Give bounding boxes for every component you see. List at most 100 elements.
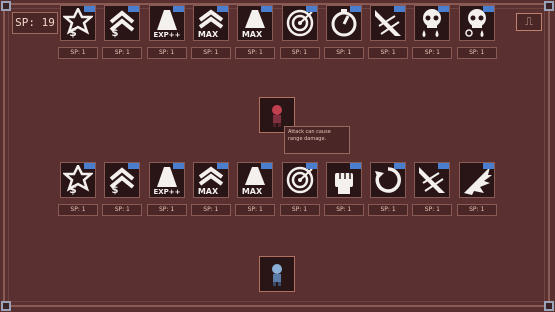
skill-slot[interactable]: SP: 1 bbox=[412, 5, 453, 59]
skill-slot[interactable]: SP: 1 bbox=[279, 162, 320, 216]
svg-text:$: $ bbox=[112, 28, 119, 38]
skill-icon-button[interactable] bbox=[370, 162, 407, 198]
skill-cost-label: SP: 1 bbox=[58, 204, 98, 216]
skill-icon-button[interactable]: EXP++ bbox=[148, 162, 185, 198]
skill-icon-button[interactable] bbox=[281, 162, 318, 198]
skill-icon-button[interactable]: MAX bbox=[237, 162, 274, 198]
svg-text:$: $ bbox=[112, 185, 119, 195]
skill-level-badge bbox=[216, 6, 228, 12]
skill-icon-button[interactable]: $ bbox=[104, 162, 141, 198]
skill-level-badge bbox=[84, 6, 95, 12]
skill-level-badge bbox=[84, 163, 95, 169]
skill-level-badge bbox=[349, 6, 361, 12]
svg-text:MAX: MAX bbox=[198, 30, 219, 38]
character-portrait-bottom[interactable] bbox=[259, 256, 295, 292]
skill-icon-button[interactable] bbox=[370, 5, 407, 41]
skill-points-counter: SP: 19 bbox=[12, 12, 58, 34]
exit-button[interactable]: ⎍ bbox=[516, 13, 542, 31]
skill-slot[interactable]: SP: 1 bbox=[279, 5, 320, 59]
skill-slot[interactable]: MAX SP: 1 bbox=[235, 5, 276, 59]
skill-level-badge bbox=[482, 6, 494, 12]
skill-cost-label: SP: 1 bbox=[102, 204, 143, 216]
skill-icon-button[interactable] bbox=[325, 162, 362, 198]
skill-icon-button[interactable]: $ bbox=[104, 5, 141, 41]
burst-arrow-icon bbox=[419, 167, 446, 193]
chevrons-max-icon: MAX bbox=[198, 166, 224, 195]
skill-level-badge bbox=[394, 163, 406, 169]
skill-level-badge bbox=[261, 163, 273, 169]
skill-level-badge bbox=[394, 6, 406, 12]
skill-level-badge bbox=[216, 163, 228, 169]
skill-slot[interactable]: MAX SP: 1 bbox=[235, 162, 276, 216]
skill-icon-button[interactable]: $ bbox=[60, 5, 96, 41]
svg-text:$: $ bbox=[69, 183, 77, 195]
skill-slot[interactable]: SP: 1 bbox=[368, 162, 409, 216]
skill-icon-button[interactable] bbox=[325, 5, 362, 41]
skill-icon-button[interactable] bbox=[458, 162, 495, 198]
skill-level-badge bbox=[305, 163, 317, 169]
skill-cost-label: SP: 1 bbox=[368, 47, 409, 59]
chevrons-max-icon: MAX bbox=[198, 9, 224, 38]
skill-level-badge bbox=[438, 6, 450, 12]
skill-cost-label: SP: 1 bbox=[368, 204, 409, 216]
skill-slot[interactable]: $ SP: 1 bbox=[58, 162, 98, 216]
skill-cost-label: SP: 1 bbox=[456, 47, 497, 59]
skill-slot[interactable]: $ SP: 1 bbox=[58, 5, 98, 59]
skill-cost-label: SP: 1 bbox=[190, 204, 231, 216]
hexagram-dollar-icon: $ bbox=[63, 165, 93, 195]
beam-max-icon: MAX bbox=[242, 167, 266, 195]
skill-icon-button[interactable]: MAX bbox=[237, 5, 274, 41]
skill-cost-label: SP: 1 bbox=[190, 47, 231, 59]
skill-icon-button[interactable] bbox=[458, 5, 495, 41]
skill-slot[interactable]: SP: 1 bbox=[323, 162, 364, 216]
skill-level-badge bbox=[261, 6, 273, 12]
chevrons-dollar-icon: $ bbox=[110, 10, 135, 38]
skill-cost-label: SP: 1 bbox=[146, 47, 187, 59]
skill-slot[interactable]: SP: 1 bbox=[368, 5, 409, 59]
skill-cost-label: SP: 1 bbox=[102, 47, 143, 59]
skill-cost-label: SP: 1 bbox=[235, 204, 276, 216]
svg-text:$: $ bbox=[69, 26, 77, 38]
skill-icon-button[interactable] bbox=[414, 5, 451, 41]
skill-level-badge bbox=[172, 6, 184, 12]
skull-drop-icon bbox=[422, 9, 442, 37]
skull-drop-cycle-icon bbox=[464, 9, 486, 37]
skill-icon-button[interactable]: MAX bbox=[192, 5, 229, 41]
skill-icon-button[interactable] bbox=[414, 162, 451, 198]
burst-arrow-icon bbox=[375, 10, 402, 36]
skill-slot[interactable]: EXP++ SP: 1 bbox=[146, 5, 187, 59]
skill-cost-label: SP: 1 bbox=[323, 204, 364, 216]
skill-cost-label: SP: 1 bbox=[279, 47, 320, 59]
beam-exp-icon: EXP++ bbox=[153, 167, 180, 195]
skill-slot[interactable]: SP: 1 bbox=[412, 162, 453, 216]
stopwatch-icon bbox=[331, 9, 357, 37]
skill-level-badge bbox=[128, 6, 140, 12]
skill-slot[interactable]: $ SP: 1 bbox=[102, 162, 143, 216]
spike-burst-icon bbox=[463, 167, 492, 195]
skill-cost-label: SP: 1 bbox=[146, 204, 187, 216]
skill-slot[interactable]: EXP++ SP: 1 bbox=[146, 162, 187, 216]
skill-icon-button[interactable]: MAX bbox=[192, 162, 229, 198]
skill-icon-button[interactable]: $ bbox=[60, 162, 96, 198]
skill-slot[interactable]: MAX SP: 1 bbox=[190, 162, 231, 216]
chevrons-dollar-icon: $ bbox=[110, 167, 135, 195]
skill-cost-label: SP: 1 bbox=[412, 204, 453, 216]
skill-slot[interactable]: MAX SP: 1 bbox=[190, 5, 231, 59]
svg-text:MAX: MAX bbox=[242, 30, 263, 38]
skill-level-badge bbox=[482, 163, 494, 169]
svg-text:MAX: MAX bbox=[242, 187, 263, 195]
skill-level-badge bbox=[128, 163, 140, 169]
skill-icon-button[interactable] bbox=[281, 5, 318, 41]
blue-character-sprite-icon bbox=[272, 264, 282, 286]
skill-slot[interactable]: $ SP: 1 bbox=[102, 5, 143, 59]
skill-slot[interactable]: SP: 1 bbox=[323, 5, 364, 59]
frame-corner-tr bbox=[544, 1, 554, 11]
skill-icon-button[interactable]: EXP++ bbox=[148, 5, 185, 41]
skill-slot[interactable]: SP: 1 bbox=[456, 162, 497, 216]
frame-corner-tl bbox=[1, 1, 11, 11]
target-icon bbox=[286, 9, 313, 37]
skill-slot[interactable]: SP: 1 bbox=[456, 5, 497, 59]
skill-cost-label: SP: 1 bbox=[456, 204, 497, 216]
cycle-arrow-icon bbox=[375, 167, 402, 193]
hexagram-dollar-icon: $ bbox=[63, 8, 93, 38]
